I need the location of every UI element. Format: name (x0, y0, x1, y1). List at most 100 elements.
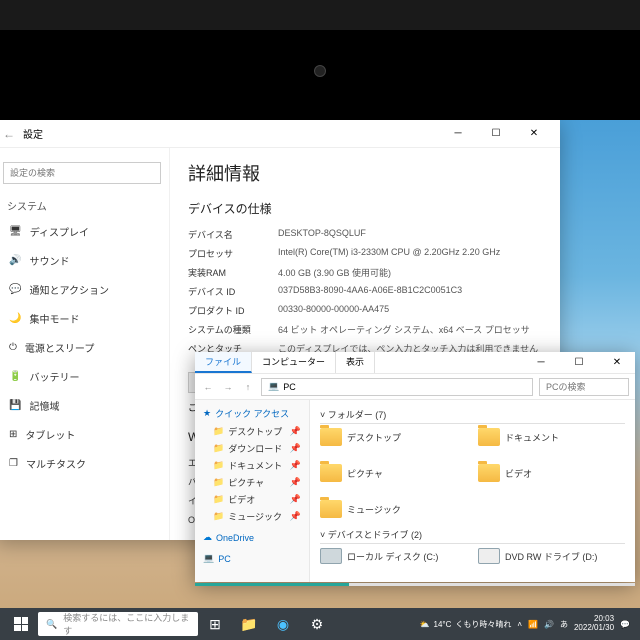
sidebar-item-label: サウンド (29, 253, 69, 268)
tree-item[interactable]: 📁ミュージック📌 (199, 508, 305, 525)
cloud-icon: ☁ (203, 532, 212, 543)
taskbar-clock[interactable]: 20:03 2022/01/30 (574, 615, 614, 633)
item-label: ローカル ディスク (C:) (347, 550, 438, 563)
sidebar-item-notif[interactable]: 💬通知とアクション (0, 275, 165, 304)
spec-row: 実装RAM4.00 GB (3.90 GB 使用可能) (188, 263, 542, 282)
item-label: ビデオ (505, 467, 532, 480)
spec-row: プロセッサIntel(R) Core(TM) i3-2330M CPU @ 2.… (188, 244, 542, 263)
tree-item-label: ミュージック (228, 510, 282, 523)
explorer-titlebar[interactable]: ファイルコンピューター表示 ─ ☐ ✕ (195, 352, 635, 374)
spec-row: デバイス名DESKTOP-8QSQLUF (188, 225, 542, 244)
tray-chevron-icon[interactable]: ˄ (517, 620, 522, 629)
settings-titlebar[interactable]: ← 設定 ─ ☐ ✕ (0, 120, 560, 148)
sidebar-item-label: マルチタスク (26, 456, 86, 471)
explorer-window: ファイルコンピューター表示 ─ ☐ ✕ ← → ↑ 💻 PC (195, 352, 635, 582)
tray-volume-icon[interactable]: 🔊 (544, 620, 554, 629)
nav-up-icon[interactable]: ↑ (241, 380, 255, 394)
nav-forward-icon[interactable]: → (221, 380, 235, 394)
folder-icon (320, 464, 342, 482)
explorer-tab[interactable]: 表示 (336, 352, 375, 373)
windows-logo-icon (14, 617, 28, 631)
folder-item[interactable]: ドキュメント (478, 428, 618, 446)
maximize-button[interactable]: ☐ (478, 122, 514, 146)
spec-value: 4.00 GB (3.90 GB 使用可能) (278, 266, 542, 279)
sidebar-item-label: 記憶域 (29, 398, 59, 413)
close-button[interactable]: ✕ (516, 122, 552, 146)
explorer-tree: ★ クイック アクセス 📁デスクトップ📌📁ダウンロード📌📁ドキュメント📌📁ピクチ… (195, 400, 310, 582)
spec-label: デバイス ID (188, 285, 278, 298)
sidebar-item-label: タブレット (25, 427, 75, 442)
path-text: PC (283, 382, 296, 392)
item-label: ミュージック (347, 503, 401, 516)
item-label: デスクトップ (347, 431, 401, 444)
folder-item[interactable]: デスクトップ (320, 428, 460, 446)
minimize-button[interactable]: ─ (440, 122, 476, 146)
tray-ime-icon[interactable]: あ (560, 619, 568, 630)
tree-item[interactable]: 📁ダウンロード📌 (199, 440, 305, 457)
explorer-search-input[interactable] (539, 378, 629, 396)
task-view-button[interactable]: ⊞ (198, 610, 232, 638)
search-icon: 🔍 (46, 619, 57, 630)
tree-pc[interactable]: 💻 PC (199, 550, 305, 567)
exp-minimize-button[interactable]: ─ (523, 351, 559, 375)
weather-icon: ⛅ (420, 620, 430, 629)
folder-item[interactable]: ビデオ (478, 464, 618, 482)
taskbar-settings-icon[interactable]: ⚙ (300, 610, 334, 638)
explorer-tab[interactable]: ファイル (195, 352, 252, 373)
desktop[interactable]: ← 設定 ─ ☐ ✕ システム 🖥ディスプレイ🔊サウンド💬通知とアクション🌙集中… (0, 120, 640, 640)
spec-value: DESKTOP-8QSQLUF (278, 228, 542, 241)
sidebar-item-power[interactable]: ⏻電源とスリープ (0, 333, 165, 362)
settings-search-input[interactable] (3, 162, 161, 184)
back-icon[interactable]: ← (3, 127, 15, 141)
address-bar[interactable]: 💻 PC (261, 378, 533, 396)
exp-maximize-button[interactable]: ☐ (561, 351, 597, 375)
pin-icon: 📌 (290, 477, 301, 488)
sidebar-item-tablet[interactable]: ⊞タブレット (0, 420, 165, 449)
folder-icon: 📁 (213, 460, 224, 471)
taskbar-search[interactable]: 🔍 検索するには、ここに入力します (38, 612, 198, 636)
tree-onedrive[interactable]: ☁ OneDrive (199, 529, 305, 546)
sidebar-item-focus[interactable]: 🌙集中モード (0, 304, 165, 333)
pin-icon: 📌 (290, 511, 301, 522)
folder-icon (320, 428, 342, 446)
start-button[interactable] (4, 610, 38, 638)
tray-network-icon[interactable]: 📶 (528, 620, 538, 629)
explorer-content[interactable]: ˅ フォルダー (7) デスクトップ ドキュメントピクチャ ビデオミュージック ˅ デバ… (310, 400, 635, 582)
group-header[interactable]: ˅ フォルダー (7) (320, 406, 625, 424)
folder-item[interactable]: ミュージック (320, 500, 460, 518)
sidebar-item-storage[interactable]: 💾記憶域 (0, 391, 165, 420)
chevron-down-icon: ˅ (320, 410, 325, 420)
tree-item[interactable]: 📁デスクトップ📌 (199, 423, 305, 440)
spec-label: システムの種類 (188, 323, 278, 336)
taskbar-edge-icon[interactable]: ◉ (266, 610, 300, 638)
sidebar-item-display[interactable]: 🖥ディスプレイ (0, 217, 165, 246)
explorer-tab[interactable]: コンピューター (252, 352, 336, 373)
tree-item[interactable]: 📁ピクチャ📌 (199, 474, 305, 491)
pc-icon: 💻 (203, 553, 214, 564)
focus-icon: 🌙 (9, 313, 21, 324)
folder-icon (478, 428, 500, 446)
nav-back-icon[interactable]: ← (201, 380, 215, 394)
sidebar-item-battery[interactable]: 🔋バッテリー (0, 362, 165, 391)
dvd-item[interactable]: DVD RW ドライブ (D:) (478, 548, 618, 564)
tree-item-label: デスクトップ (228, 425, 282, 438)
spec-row: プロダクト ID00330-80000-00000-AA475 (188, 301, 542, 320)
tree-item[interactable]: 📁ドキュメント📌 (199, 457, 305, 474)
page-title: 詳細情報 (188, 160, 542, 186)
exp-close-button[interactable]: ✕ (599, 351, 635, 375)
tree-quick-access[interactable]: ★ クイック アクセス (199, 404, 305, 423)
action-center-icon[interactable]: 💬 (620, 620, 630, 629)
sound-icon: 🔊 (9, 255, 21, 266)
notif-icon: 💬 (9, 284, 21, 295)
folder-item[interactable]: ピクチャ (320, 464, 460, 482)
item-label: ドキュメント (505, 431, 559, 444)
sidebar-item-multi[interactable]: ❐マルチタスク (0, 449, 165, 478)
drive-item[interactable]: ローカル ディスク (C:) (320, 548, 460, 564)
taskbar-explorer-icon[interactable]: 📁 (232, 610, 266, 638)
sidebar-item-sound[interactable]: 🔊 サウンド (0, 246, 165, 275)
group-header[interactable]: ˅ デバイスとドライブ (2) (320, 526, 625, 544)
folder-icon: 📁 (213, 494, 224, 505)
weather-widget[interactable]: ⛅ 14°C くもり時々晴れ (420, 619, 512, 630)
tree-item-label: ダウンロード (228, 442, 282, 455)
tree-item[interactable]: 📁ビデオ📌 (199, 491, 305, 508)
